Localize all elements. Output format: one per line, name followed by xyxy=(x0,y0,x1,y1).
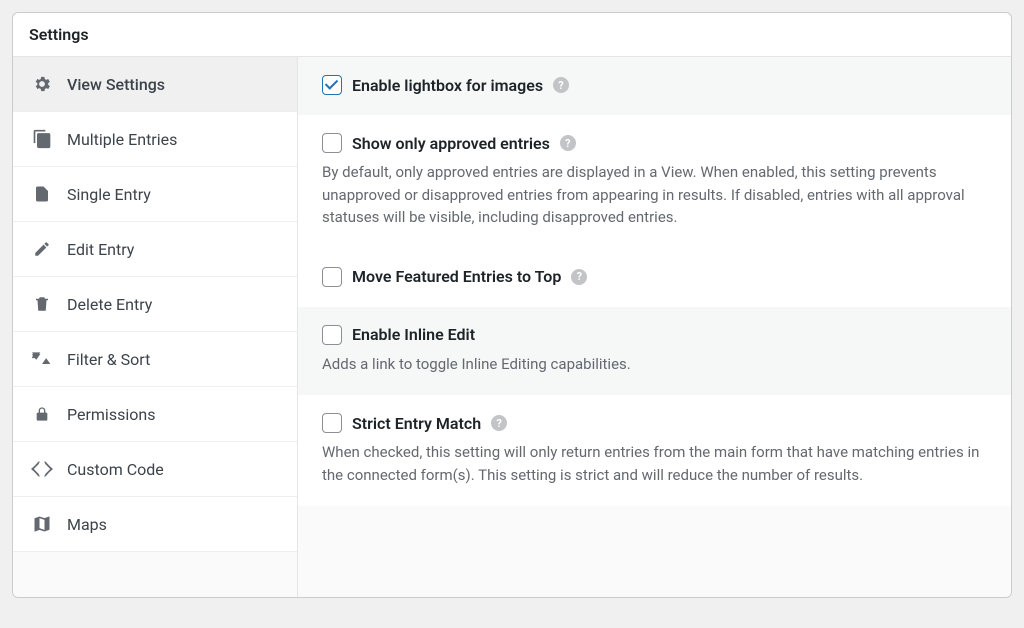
map-icon xyxy=(31,513,53,535)
setting-label: Enable lightbox for images xyxy=(352,76,543,95)
setting-description: By default, only approved entries are di… xyxy=(322,161,987,229)
setting-strict-match: Strict Entry Match ? When checked, this … xyxy=(298,395,1011,506)
sidebar-item-label: View Settings xyxy=(67,75,165,94)
sidebar-item-label: Single Entry xyxy=(67,185,151,204)
checkbox-featured-top[interactable] xyxy=(322,267,342,287)
sidebar-item-label: Edit Entry xyxy=(67,240,134,259)
sidebar-item-filter-sort[interactable]: Filter & Sort xyxy=(13,332,297,387)
code-icon xyxy=(31,458,53,480)
setting-enable-lightbox: Enable lightbox for images ? xyxy=(298,57,1011,115)
lock-icon xyxy=(31,403,53,425)
sort-icon xyxy=(31,348,53,370)
setting-only-approved: Show only approved entries ? By default,… xyxy=(298,115,1011,249)
settings-panel: Settings View Settings Multiple Entries xyxy=(12,12,1012,598)
panel-title: Settings xyxy=(13,13,1011,57)
sidebar-item-label: Custom Code xyxy=(67,460,164,479)
setting-inline-edit: Enable Inline Edit Adds a link to toggle… xyxy=(298,307,1011,396)
settings-sidebar: View Settings Multiple Entries Single En… xyxy=(13,57,298,597)
sidebar-item-label: Maps xyxy=(67,515,107,534)
gear-icon xyxy=(31,73,53,95)
sidebar-item-view-settings[interactable]: View Settings xyxy=(13,57,297,112)
document-icon xyxy=(31,183,53,205)
sidebar-item-label: Filter & Sort xyxy=(67,350,150,369)
sidebar-item-delete-entry[interactable]: Delete Entry xyxy=(13,277,297,332)
setting-featured-top: Move Featured Entries to Top ? xyxy=(298,249,1011,307)
setting-description: Adds a link to toggle Inline Editing cap… xyxy=(322,353,987,376)
setting-label: Strict Entry Match xyxy=(352,414,481,433)
checkbox-strict-match[interactable] xyxy=(322,413,342,433)
pencil-icon xyxy=(31,238,53,260)
sidebar-item-maps[interactable]: Maps xyxy=(13,497,297,552)
help-icon[interactable]: ? xyxy=(553,77,569,93)
setting-description: When checked, this setting will only ret… xyxy=(322,441,987,486)
sidebar-item-single-entry[interactable]: Single Entry xyxy=(13,167,297,222)
sidebar-list: View Settings Multiple Entries Single En… xyxy=(13,57,297,552)
checkbox-inline-edit[interactable] xyxy=(322,325,342,345)
settings-layout: View Settings Multiple Entries Single En… xyxy=(13,57,1011,597)
setting-label: Enable Inline Edit xyxy=(352,325,475,344)
settings-content: Enable lightbox for images ? Show only a… xyxy=(298,57,1011,597)
setting-label: Move Featured Entries to Top xyxy=(352,267,561,286)
sidebar-item-permissions[interactable]: Permissions xyxy=(13,387,297,442)
help-icon[interactable]: ? xyxy=(491,415,507,431)
help-icon[interactable]: ? xyxy=(560,135,576,151)
sidebar-item-label: Permissions xyxy=(67,405,155,424)
sidebar-item-label: Delete Entry xyxy=(67,295,152,314)
trash-icon xyxy=(31,293,53,315)
checkbox-enable-lightbox[interactable] xyxy=(322,75,342,95)
sidebar-item-edit-entry[interactable]: Edit Entry xyxy=(13,222,297,277)
sidebar-item-custom-code[interactable]: Custom Code xyxy=(13,442,297,497)
help-icon[interactable]: ? xyxy=(571,269,587,285)
copies-icon xyxy=(31,128,53,150)
sidebar-item-multiple-entries[interactable]: Multiple Entries xyxy=(13,112,297,167)
checkbox-only-approved[interactable] xyxy=(322,133,342,153)
setting-label: Show only approved entries xyxy=(352,134,550,153)
sidebar-item-label: Multiple Entries xyxy=(67,130,177,149)
